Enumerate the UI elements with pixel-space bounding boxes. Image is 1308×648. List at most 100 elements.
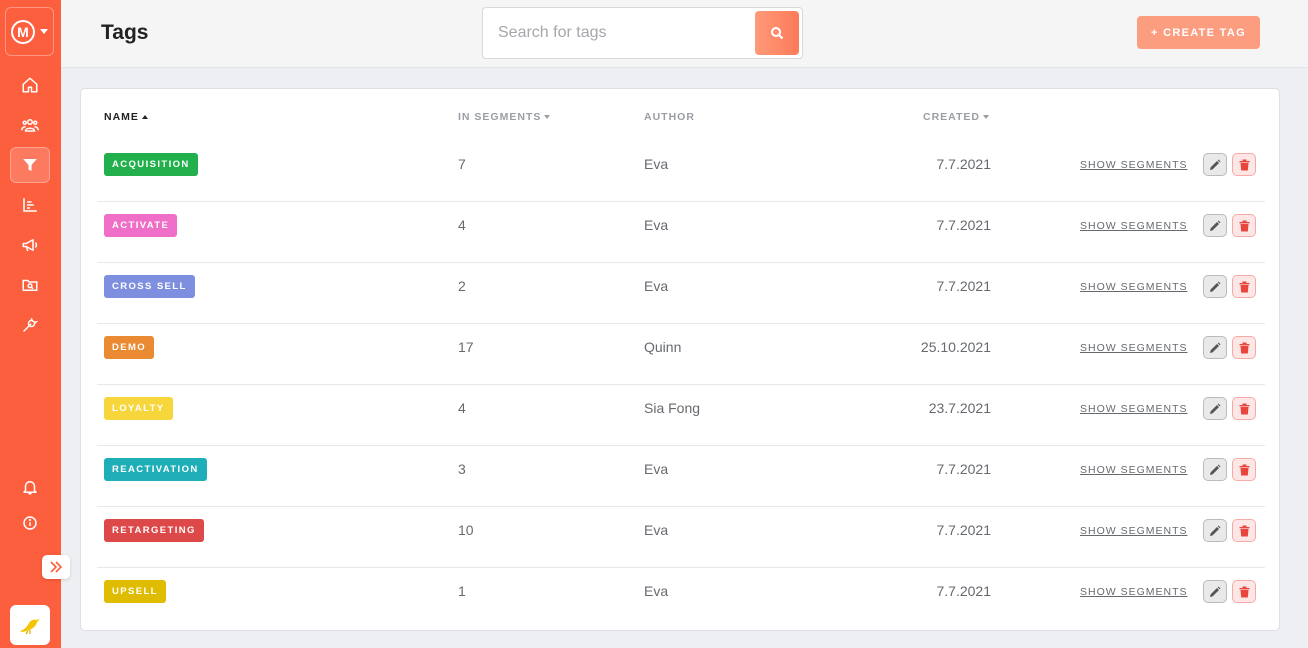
show-segments-link[interactable]: SHOW SEGMENTS [1080, 403, 1188, 415]
edit-button[interactable] [1203, 214, 1227, 237]
tag-badge[interactable]: LOYALTY [104, 397, 173, 420]
tag-badge[interactable]: DEMO [104, 336, 155, 359]
wrench-icon [23, 318, 39, 332]
show-segments-link[interactable]: SHOW SEGMENTS [1080, 586, 1188, 598]
pencil-icon [1210, 586, 1221, 597]
delete-button[interactable] [1232, 275, 1256, 298]
trash-icon [1239, 342, 1249, 353]
filter-icon [23, 159, 37, 171]
created-date: 7.7.2021 [936, 583, 992, 599]
delete-button[interactable] [1232, 580, 1256, 603]
segments-count: 2 [458, 278, 466, 294]
table-row: REACTIVATION 3 Eva 7.7.2021 SHOW SEGMENTS [97, 446, 1265, 507]
create-tag-button[interactable]: + CREATE TAG [1137, 16, 1260, 49]
author-name: Eva [644, 583, 669, 599]
show-segments-link[interactable]: SHOW SEGMENTS [1080, 159, 1188, 171]
workspace-switcher[interactable]: M [5, 7, 54, 56]
show-segments-link[interactable]: SHOW SEGMENTS [1080, 281, 1188, 293]
tag-badge[interactable]: ACTIVATE [104, 214, 178, 237]
edit-button[interactable] [1203, 397, 1227, 420]
chevron-down-icon [40, 29, 48, 34]
sort-desc-icon [982, 115, 989, 119]
author-name: Eva [644, 461, 669, 477]
edit-button[interactable] [1203, 458, 1227, 481]
show-segments-link[interactable]: SHOW SEGMENTS [1080, 342, 1188, 354]
show-segments-link[interactable]: SHOW SEGMENTS [1080, 525, 1188, 537]
trash-icon [1239, 464, 1249, 475]
trash-icon [1239, 525, 1249, 536]
table-row: ACQUISITION 7 Eva 7.7.2021 SHOW SEGMENTS [97, 141, 1265, 202]
pencil-icon [1210, 403, 1221, 414]
tag-badge[interactable]: RETARGETING [104, 519, 204, 542]
delete-button[interactable] [1232, 458, 1256, 481]
nav-users[interactable] [10, 108, 50, 142]
sidebar-expand-button[interactable] [42, 555, 70, 579]
folder-search-icon [22, 279, 38, 291]
show-segments-link[interactable]: SHOW SEGMENTS [1080, 464, 1188, 476]
table-row: ACTIVATE 4 Eva 7.7.2021 SHOW SEGMENTS [97, 202, 1265, 263]
column-header-name[interactable]: NAME [104, 111, 148, 123]
tag-badge[interactable]: CROSS SELL [104, 275, 195, 298]
delete-button[interactable] [1232, 397, 1256, 420]
edit-button[interactable] [1203, 519, 1227, 542]
edit-button[interactable] [1203, 275, 1227, 298]
nav-home[interactable] [10, 68, 50, 102]
megaphone-icon [22, 239, 38, 252]
nav-settings[interactable] [10, 308, 50, 342]
edit-button[interactable] [1203, 580, 1227, 603]
table-row: RETARGETING 10 Eva 7.7.2021 SHOW SEGMENTS [97, 507, 1265, 568]
delete-button[interactable] [1232, 336, 1256, 359]
search-button[interactable] [755, 11, 799, 55]
edit-button[interactable] [1203, 153, 1227, 176]
tag-badge[interactable]: UPSELL [104, 580, 166, 603]
search-input[interactable] [483, 8, 753, 58]
trash-icon [1239, 403, 1249, 414]
created-date: 7.7.2021 [936, 217, 992, 233]
nav-reports[interactable] [10, 188, 50, 222]
created-date: 25.10.2021 [920, 339, 991, 355]
nav-info[interactable] [10, 506, 50, 540]
created-date: 7.7.2021 [936, 461, 992, 477]
trash-icon [1239, 220, 1249, 231]
nav-campaigns[interactable] [10, 228, 50, 262]
show-segments-link[interactable]: SHOW SEGMENTS [1080, 220, 1188, 232]
delete-button[interactable] [1232, 214, 1256, 237]
column-header-created[interactable]: CREATED [923, 111, 989, 123]
delete-button[interactable] [1232, 153, 1256, 176]
sort-asc-icon [141, 115, 148, 119]
top-header: Tags + CREATE TAG [61, 0, 1308, 68]
segments-count: 17 [458, 339, 474, 355]
column-header-segments[interactable]: IN SEGMENTS [458, 111, 551, 123]
author-name: Eva [644, 278, 669, 294]
pencil-icon [1210, 342, 1221, 353]
author-name: Eva [644, 522, 669, 538]
tag-badge[interactable]: REACTIVATION [104, 458, 207, 481]
search-icon [771, 27, 784, 40]
chevrons-right-icon [50, 561, 63, 573]
table-row: LOYALTY 4 Sia Fong 23.7.2021 SHOW SEGMENTS [97, 385, 1265, 446]
nav-notifications[interactable] [10, 470, 50, 504]
pencil-icon [1210, 464, 1221, 475]
trash-icon [1239, 281, 1249, 292]
column-header-author: AUTHOR [644, 111, 695, 123]
pencil-icon [1210, 220, 1221, 231]
created-date: 23.7.2021 [928, 400, 991, 416]
segments-count: 7 [458, 156, 466, 172]
table-row: UPSELL 1 Eva 7.7.2021 SHOW SEGMENTS [97, 568, 1265, 629]
trash-icon [1239, 586, 1249, 597]
brand-bird-logo [10, 605, 50, 645]
edit-button[interactable] [1203, 336, 1227, 359]
logo-icon: M [11, 20, 35, 44]
segments-count: 1 [458, 583, 466, 599]
page-title: Tags [101, 21, 149, 44]
bell-icon [23, 481, 37, 495]
home-icon [22, 77, 38, 93]
segments-count: 4 [458, 217, 466, 233]
trash-icon [1239, 159, 1249, 170]
tag-badge[interactable]: ACQUISITION [104, 153, 198, 176]
segments-count: 3 [458, 461, 466, 477]
author-name: Eva [644, 156, 669, 172]
nav-filter[interactable] [10, 147, 50, 183]
nav-assets[interactable] [10, 268, 50, 302]
delete-button[interactable] [1232, 519, 1256, 542]
